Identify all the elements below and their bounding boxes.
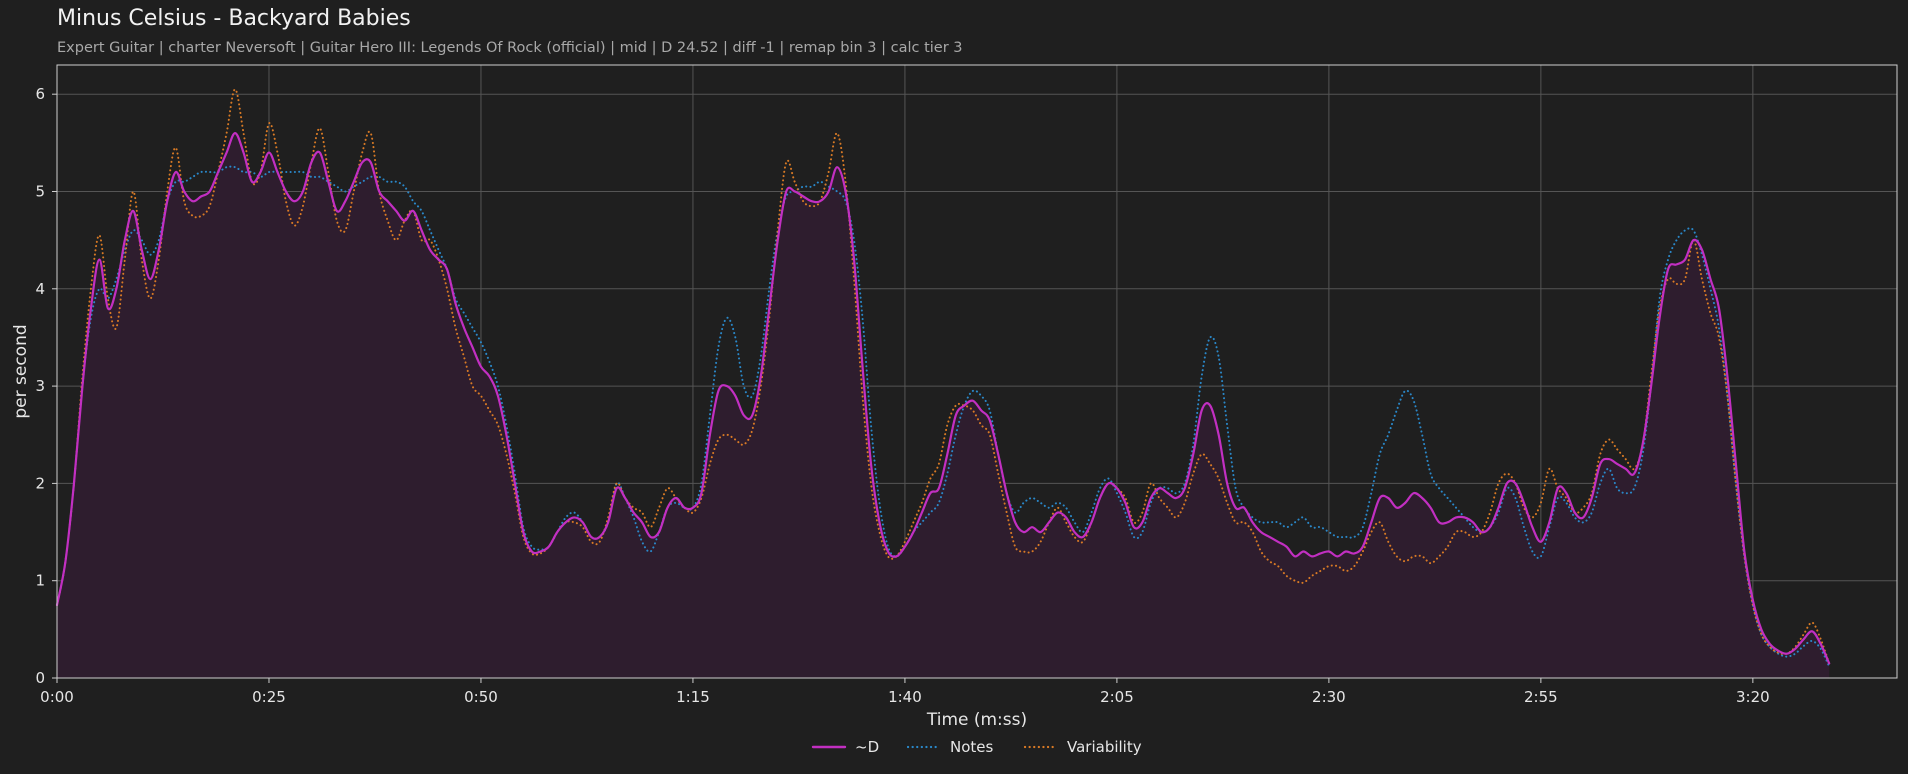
legend-label: Variability bbox=[1067, 738, 1142, 756]
legend-label: ~D bbox=[855, 738, 879, 756]
x-tick-label: 2:55 bbox=[1524, 688, 1558, 706]
fill-layer bbox=[57, 133, 1830, 679]
x-tick-label: 0:50 bbox=[464, 688, 498, 706]
y-tick-label: 6 bbox=[35, 85, 45, 103]
chart-svg: 0:00 0:25 0:50 1:15 1:40 2:05 2:30 2:55 3:20 0 1 2… bbox=[11, 64, 1898, 756]
x-tick-label: 2:30 bbox=[1312, 688, 1346, 706]
y-tick-label: 0 bbox=[35, 669, 45, 687]
y-tick-label: 5 bbox=[35, 182, 45, 200]
x-tick-label: 1:40 bbox=[888, 688, 922, 706]
x-tick-label: 1:15 bbox=[676, 688, 710, 706]
legend: ~D Notes Variability bbox=[811, 738, 1142, 756]
x-axis-label: Time (m:ss) bbox=[926, 710, 1027, 730]
legend-label: Notes bbox=[950, 738, 994, 756]
y-axis-label: per second bbox=[11, 324, 31, 418]
y-tick-label: 4 bbox=[35, 280, 45, 298]
y-tick-label: 2 bbox=[35, 474, 45, 492]
x-tick-label: 2:05 bbox=[1100, 688, 1134, 706]
y-tick-label: 1 bbox=[35, 572, 45, 590]
x-tick-label: 3:20 bbox=[1736, 688, 1770, 706]
series-fill-area bbox=[57, 133, 1830, 679]
y-ticks: 0 1 2 3 4 5 6 bbox=[35, 85, 57, 687]
x-ticks: 0:00 0:25 0:50 1:15 1:40 2:05 2:30 2:55 3:20 bbox=[40, 678, 1770, 706]
x-tick-label: 0:25 bbox=[252, 688, 286, 706]
x-tick-label: 0:00 bbox=[40, 688, 74, 706]
y-tick-label: 3 bbox=[35, 377, 45, 395]
